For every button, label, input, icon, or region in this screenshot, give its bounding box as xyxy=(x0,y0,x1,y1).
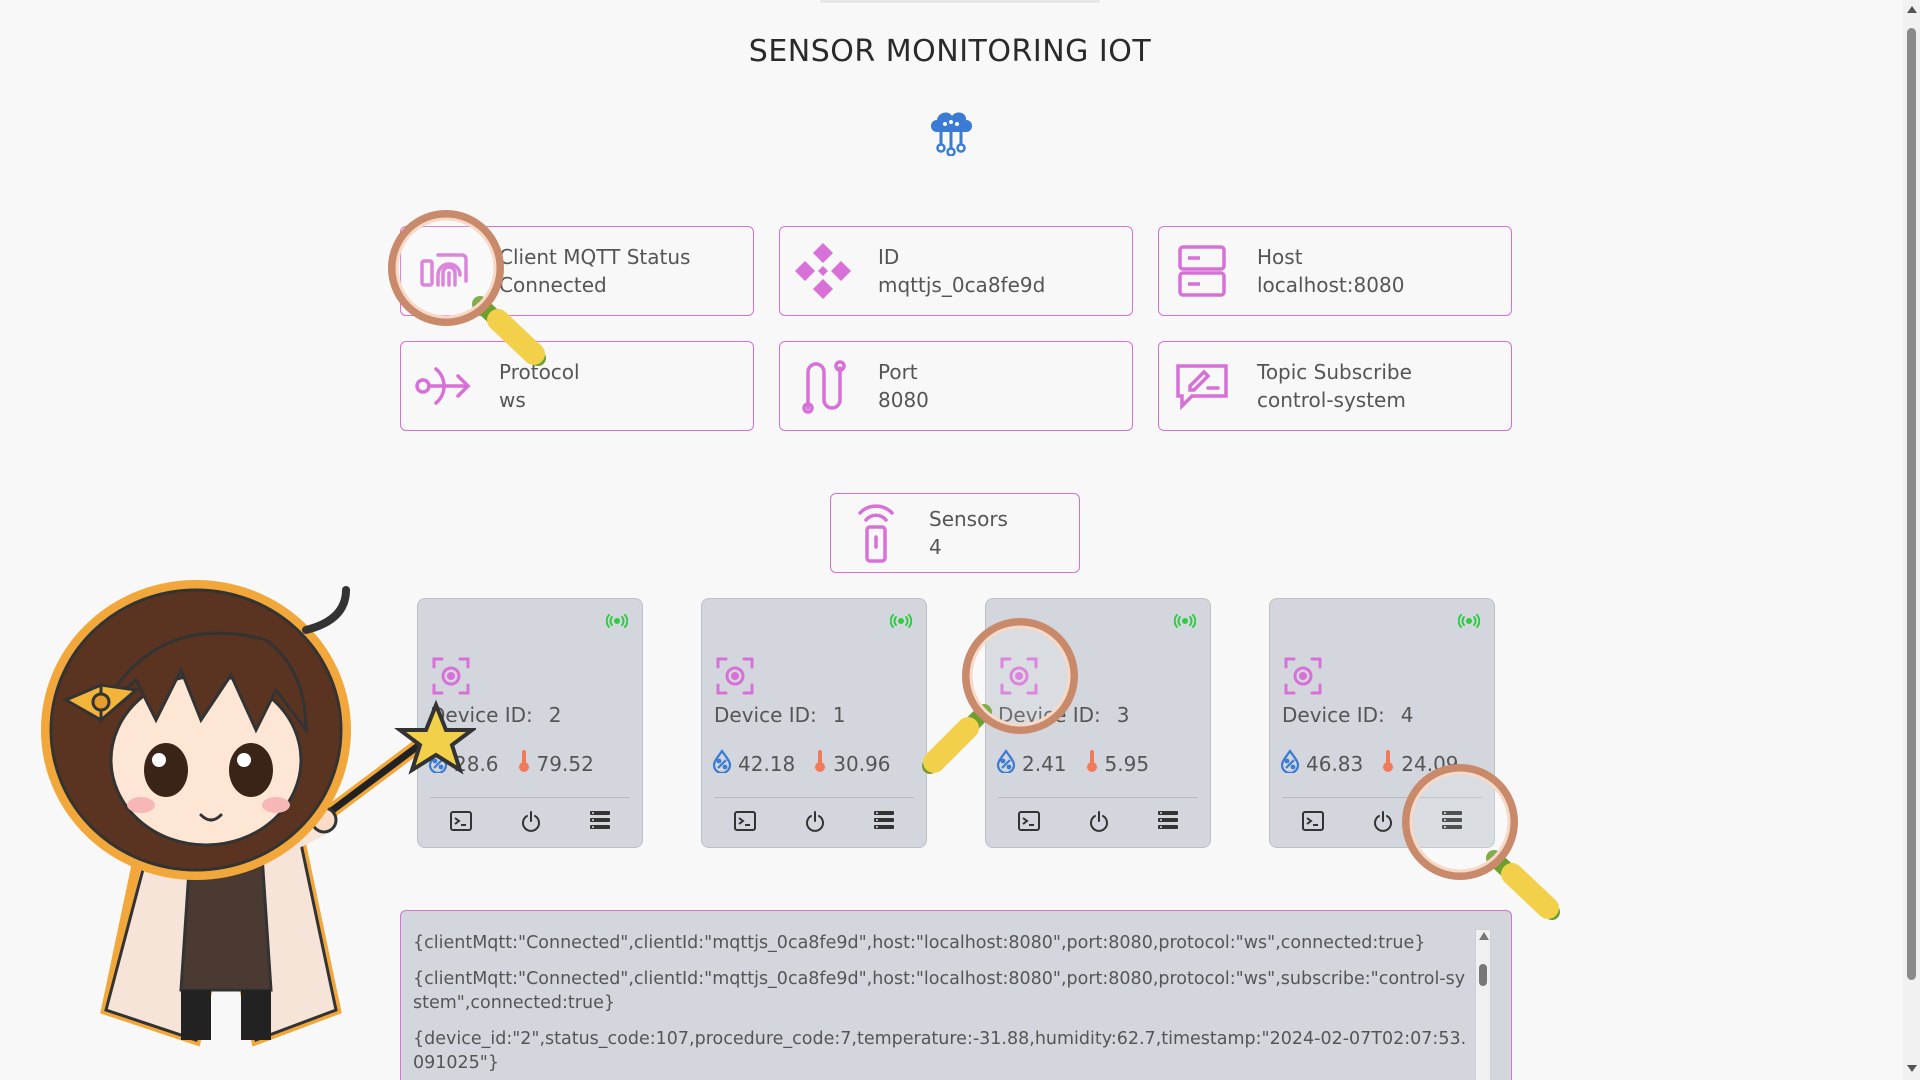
device-card: Device ID: 4 46.83 24.09 xyxy=(1269,598,1495,848)
device-card: Device ID: 3 2.41 5.95 xyxy=(985,598,1211,848)
list-icon[interactable] xyxy=(589,811,610,833)
info-card-topic: Topic Subscribe control-system xyxy=(1158,341,1512,431)
info-label: ID xyxy=(878,245,900,269)
scroll-thumb[interactable] xyxy=(1479,964,1487,986)
humidity-icon xyxy=(996,749,1016,778)
signal-icon xyxy=(605,613,629,632)
list-icon[interactable] xyxy=(1441,811,1462,833)
sensors-count-card: Sensors 4 xyxy=(830,493,1080,573)
info-value: Connected xyxy=(499,273,607,297)
scroll-up-arrow-icon[interactable] xyxy=(1479,932,1489,940)
device-id-value: 2 xyxy=(548,703,562,727)
page-title: SENSOR MONITORING IOT xyxy=(748,34,1152,69)
focus-scan-icon xyxy=(432,657,470,699)
info-value: mqttjs_0ca8fe9d xyxy=(878,273,1046,297)
thermometer-icon xyxy=(517,749,531,778)
info-card-mqtt-status: Client MQTT Status Connected xyxy=(400,226,754,316)
signature-icon xyxy=(1159,341,1245,431)
focus-scan-icon xyxy=(1284,657,1322,699)
info-value: control-system xyxy=(1257,388,1406,412)
thermometer-icon xyxy=(1085,749,1099,778)
terminal-icon[interactable] xyxy=(1018,811,1041,833)
focus-scan-icon xyxy=(716,657,754,699)
terminal-icon[interactable] xyxy=(450,811,473,833)
page-scrollbar[interactable] xyxy=(1903,0,1920,1080)
card-divider xyxy=(998,797,1198,798)
scroll-down-arrow-icon[interactable] xyxy=(1907,1065,1917,1072)
device-id-label: Device ID: xyxy=(714,703,817,727)
info-label: Host xyxy=(1257,245,1303,269)
scroll-up-arrow-icon[interactable] xyxy=(1907,6,1917,13)
info-card-port: Port 8080 xyxy=(779,341,1133,431)
route-icon xyxy=(780,341,866,431)
signal-icon xyxy=(1173,613,1197,632)
device-id-label: Device ID: xyxy=(430,703,533,727)
card-divider xyxy=(714,797,914,798)
cloud-network-icon xyxy=(931,112,972,156)
power-icon[interactable] xyxy=(805,811,825,833)
log-line: {clientMqtt:"Connected",clientId:"mqttjs… xyxy=(413,969,1466,1013)
device-id-value: 3 xyxy=(1116,703,1130,727)
focus-scan-icon xyxy=(1000,657,1038,699)
log-line: {device_id:"2",status_code:107,procedure… xyxy=(413,1029,1467,1073)
humidity-icon xyxy=(428,749,448,778)
humidity-value: 42.18 xyxy=(738,751,796,776)
info-card-host: Host localhost:8080 xyxy=(1158,226,1512,316)
device-id-value: 1 xyxy=(832,703,846,727)
info-card-protocol: Protocol ws xyxy=(400,341,754,431)
list-icon[interactable] xyxy=(873,811,894,833)
message-log-panel[interactable]: {clientMqtt:"Connected",clientId:"mqttjs… xyxy=(400,910,1512,1080)
info-label: Topic Subscribe xyxy=(1257,360,1412,384)
device-id-label: Device ID: xyxy=(998,703,1101,727)
thermometer-icon xyxy=(1381,749,1395,778)
humidity-icon xyxy=(712,749,732,778)
temperature-value: 79.52 xyxy=(536,751,594,776)
info-label: Protocol xyxy=(499,360,580,384)
humidity-value: 2.41 xyxy=(1022,751,1067,776)
log-line: {clientMqtt:"Connected",clientId:"mqttjs… xyxy=(413,933,1426,953)
diamond-arrows-icon xyxy=(780,226,866,316)
card-divider xyxy=(1282,797,1482,798)
top-divider xyxy=(820,0,1100,3)
temperature-value: 30.96 xyxy=(833,751,891,776)
remote-sensor-icon xyxy=(831,501,921,565)
device-card: Device ID: 2 28.6 79.52 xyxy=(417,598,643,848)
signal-icon xyxy=(889,613,913,632)
signal-icon xyxy=(1457,613,1481,632)
temperature-value: 24.09 xyxy=(1401,751,1459,776)
power-icon[interactable] xyxy=(1373,811,1393,833)
info-card-id: ID mqttjs_0ca8fe9d xyxy=(779,226,1133,316)
sensors-count: 4 xyxy=(929,535,942,559)
scroll-thumb[interactable] xyxy=(1907,28,1916,980)
server-icon xyxy=(1159,226,1245,316)
power-icon[interactable] xyxy=(1089,811,1109,833)
fingerprint-device-icon xyxy=(401,226,487,316)
terminal-icon[interactable] xyxy=(734,811,757,833)
info-value: ws xyxy=(499,388,526,412)
list-icon[interactable] xyxy=(1157,811,1178,833)
info-value: 8080 xyxy=(878,388,929,412)
humidity-value: 28.6 xyxy=(454,751,499,776)
protocol-arrow-icon xyxy=(401,341,487,431)
info-label: Client MQTT Status xyxy=(499,245,691,269)
info-value: localhost:8080 xyxy=(1257,273,1405,297)
temperature-value: 5.95 xyxy=(1104,751,1150,776)
device-card: Device ID: 1 42.18 30.96 xyxy=(701,598,927,848)
humidity-value: 46.83 xyxy=(1306,751,1364,776)
device-id-value: 4 xyxy=(1400,703,1414,727)
card-divider xyxy=(430,797,630,798)
terminal-icon[interactable] xyxy=(1302,811,1325,833)
info-label: Port xyxy=(878,360,918,384)
device-id-label: Device ID: xyxy=(1282,703,1385,727)
sensors-label: Sensors xyxy=(929,507,1008,531)
power-icon[interactable] xyxy=(521,811,541,833)
log-scrollbar[interactable] xyxy=(1475,929,1491,1080)
thermometer-icon xyxy=(813,749,827,778)
humidity-icon xyxy=(1280,749,1300,778)
